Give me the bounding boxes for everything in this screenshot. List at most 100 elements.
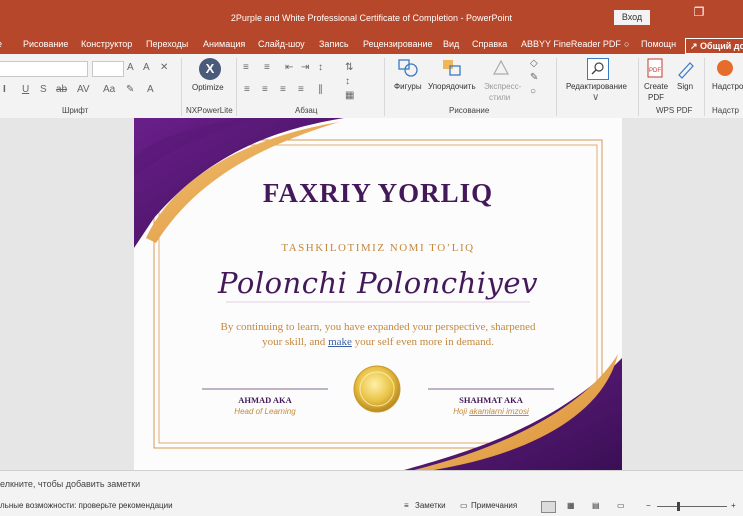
slideshow-icon[interactable]: ▭ — [617, 501, 625, 510]
create-pdf-icon[interactable]: PDF — [645, 58, 665, 80]
share-button[interactable]: ↗ Общий до — [685, 38, 743, 54]
group-divider — [556, 58, 557, 116]
login-button[interactable]: Вход — [614, 10, 650, 25]
bullets-icon[interactable]: ≡ — [243, 62, 249, 74]
line-spacing-icon[interactable]: ↕ — [318, 62, 323, 74]
effects-icon[interactable]: ○ — [530, 86, 536, 98]
recipient-name: Polonchi Polonchiyev — [218, 266, 538, 300]
optimize-button[interactable]: Optimize — [192, 83, 224, 92]
addins-button[interactable]: Надстро — [712, 82, 743, 91]
tab-animations[interactable]: Анимация — [203, 39, 245, 49]
slide[interactable]: FAXRIY YORLIQ TASHKILOTIMIZ NOMI TO’LIQ … — [134, 118, 622, 470]
zoom-slider-handle[interactable] — [677, 502, 680, 511]
tab-view[interactable]: Вид — [443, 39, 459, 49]
case-icon[interactable]: Aa — [103, 84, 115, 96]
left-signatory-role: Head of Learning — [234, 407, 296, 416]
decrease-font-icon[interactable]: A — [143, 62, 150, 74]
notes-pane[interactable]: елкните, чтобы добавить заметки — [0, 470, 743, 498]
ribbon: A A ✕ I U S ab AV Aa ✎ A Шрифт X Optimiz… — [0, 54, 743, 119]
font-name-field[interactable] — [0, 61, 88, 77]
search-icon[interactable] — [587, 58, 609, 80]
increase-font-icon[interactable]: A — [127, 62, 134, 74]
notes-placeholder[interactable]: елкните, чтобы добавить заметки — [0, 479, 140, 489]
align-left-icon[interactable]: ≡ — [244, 84, 250, 96]
optimize-icon[interactable]: X — [199, 58, 221, 80]
font-size-field[interactable] — [92, 61, 124, 77]
slide-canvas: FAXRIY YORLIQ TASHKILOTIMIZ NOMI TO’LIQ … — [0, 118, 743, 470]
zoom-slider[interactable] — [657, 506, 727, 507]
tab-review[interactable]: Рецензирование — [363, 39, 433, 49]
zoom-out-icon[interactable]: − — [646, 501, 651, 510]
tab-transitions[interactable]: Переходы — [146, 39, 188, 49]
numbering-icon[interactable]: ≡ — [264, 62, 270, 74]
share-label: Общий до — [700, 41, 743, 51]
underline-icon[interactable]: U — [22, 84, 29, 96]
lightbulb-icon[interactable]: ○ — [624, 39, 629, 49]
align-text-icon[interactable]: ↕ — [345, 76, 350, 88]
text-direction-icon[interactable]: ⇅ — [345, 62, 353, 74]
smartart-icon[interactable]: ▦ — [345, 90, 354, 102]
shapes-icon[interactable] — [397, 58, 419, 78]
tab-abbyy[interactable]: ABBYY FineReader PDF — [521, 39, 621, 49]
justify-icon[interactable]: ≡ — [298, 84, 304, 96]
tab-design[interactable]: Конструктор — [81, 39, 132, 49]
sign-button[interactable]: Sign — [677, 82, 693, 91]
bold-icon[interactable]: I — [3, 84, 6, 96]
drawing-group-label: Рисование — [449, 106, 490, 115]
svg-text:PDF: PDF — [649, 68, 661, 74]
align-center-icon[interactable]: ≡ — [262, 84, 268, 96]
addins-group-label: Надстр — [712, 106, 740, 115]
outline-icon[interactable]: ✎ — [530, 72, 538, 84]
font-group-label: Шрифт — [62, 106, 89, 115]
tab-insert[interactable]: е — [0, 39, 2, 49]
quick-styles-button-line2: стили — [489, 93, 511, 102]
zoom-in-icon[interactable]: + — [731, 501, 736, 510]
notes-button[interactable]: Заметки — [415, 501, 446, 510]
reading-view-icon[interactable]: ▤ — [592, 501, 600, 510]
quick-styles-button[interactable]: Экспресс- — [484, 82, 521, 91]
create-pdf-button-line2: PDF — [648, 93, 664, 102]
title-bar: 2Purple and White Professional Certifica… — [0, 0, 743, 36]
restore-window-icon[interactable]: ❐ — [679, 3, 719, 21]
tab-draw[interactable]: Рисование — [23, 39, 68, 49]
clear-format-icon[interactable]: ✕ — [160, 62, 168, 74]
spacing-icon[interactable]: AV — [77, 84, 90, 96]
slide-sorter-icon[interactable]: ▦ — [567, 501, 575, 510]
quick-styles-icon[interactable] — [491, 58, 513, 78]
sign-icon[interactable] — [675, 58, 695, 80]
tab-assistant[interactable]: Помощн — [641, 39, 676, 49]
normal-view-icon[interactable] — [541, 501, 556, 513]
notes-icon[interactable]: ≡ — [404, 501, 409, 510]
comments-button[interactable]: Примечания — [471, 501, 517, 510]
body-line-2a: your skill, and — [262, 336, 329, 348]
body-line-1: By continuing to learn, you have expande… — [220, 321, 536, 333]
editing-button[interactable]: Редактирование — [566, 82, 627, 91]
tab-help[interactable]: Справка — [472, 39, 507, 49]
align-right-icon[interactable]: ≡ — [280, 84, 286, 96]
highlight-icon[interactable]: ✎ — [126, 84, 134, 96]
font-color-icon[interactable]: A — [147, 84, 154, 96]
columns-icon[interactable]: ∥ — [318, 84, 323, 96]
tab-slideshow[interactable]: Слайд-шоу — [258, 39, 305, 49]
share-icon: ↗ — [690, 41, 701, 51]
decrease-indent-icon[interactable]: ⇤ — [285, 62, 293, 74]
right-signatory-role: Hoji akamlarni imzosi — [411, 407, 571, 416]
right-role-underlined: akamlarni imzosi — [469, 407, 529, 416]
shadow-icon[interactable]: S — [40, 84, 47, 96]
group-divider — [384, 58, 385, 116]
accessibility-status[interactable]: льные возможности: проверьте рекомендаци… — [0, 501, 173, 510]
group-divider — [181, 58, 182, 116]
chevron-down-icon[interactable]: ∨ — [592, 92, 599, 104]
comments-icon[interactable]: ▭ — [460, 501, 468, 510]
create-pdf-button[interactable]: Create — [644, 82, 668, 91]
nxpower-group-label: NXPowerLite — [186, 106, 233, 115]
shapes-button[interactable]: Фигуры — [394, 82, 422, 91]
strikethrough-icon[interactable]: ab — [56, 84, 67, 96]
increase-indent-icon[interactable]: ⇥ — [301, 62, 309, 74]
addins-icon[interactable] — [717, 60, 733, 76]
left-signatory-name: AHMAD AKA — [238, 395, 292, 405]
arrange-icon[interactable] — [441, 58, 463, 78]
arrange-button[interactable]: Упорядочить — [428, 82, 476, 91]
tab-record[interactable]: Запись — [319, 39, 349, 49]
fill-icon[interactable]: ◇ — [530, 58, 538, 70]
